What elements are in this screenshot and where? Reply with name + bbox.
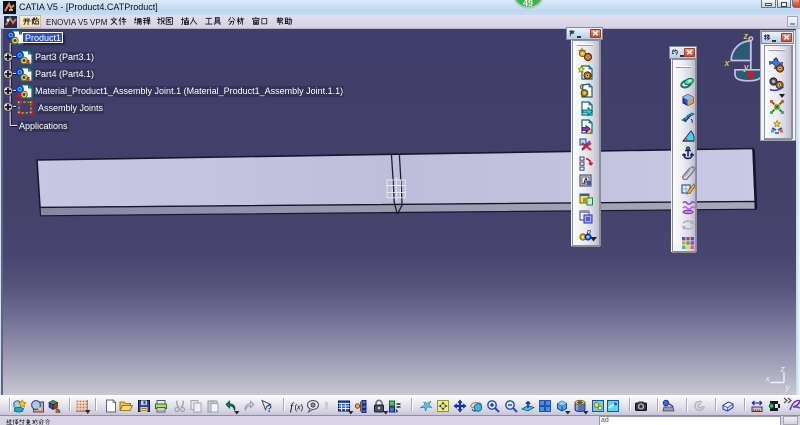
svg-text:y: y [785, 382, 791, 392]
svg-text:x: x [724, 58, 731, 68]
svg-text:z: z [780, 364, 786, 374]
svg-text:?: ? [267, 404, 272, 413]
svg-text:x: x [765, 374, 771, 384]
svg-text:y: y [743, 62, 750, 72]
svg-text:n: n [587, 229, 591, 236]
svg-text:z: z [743, 31, 749, 41]
svg-text:): ) [301, 403, 304, 412]
